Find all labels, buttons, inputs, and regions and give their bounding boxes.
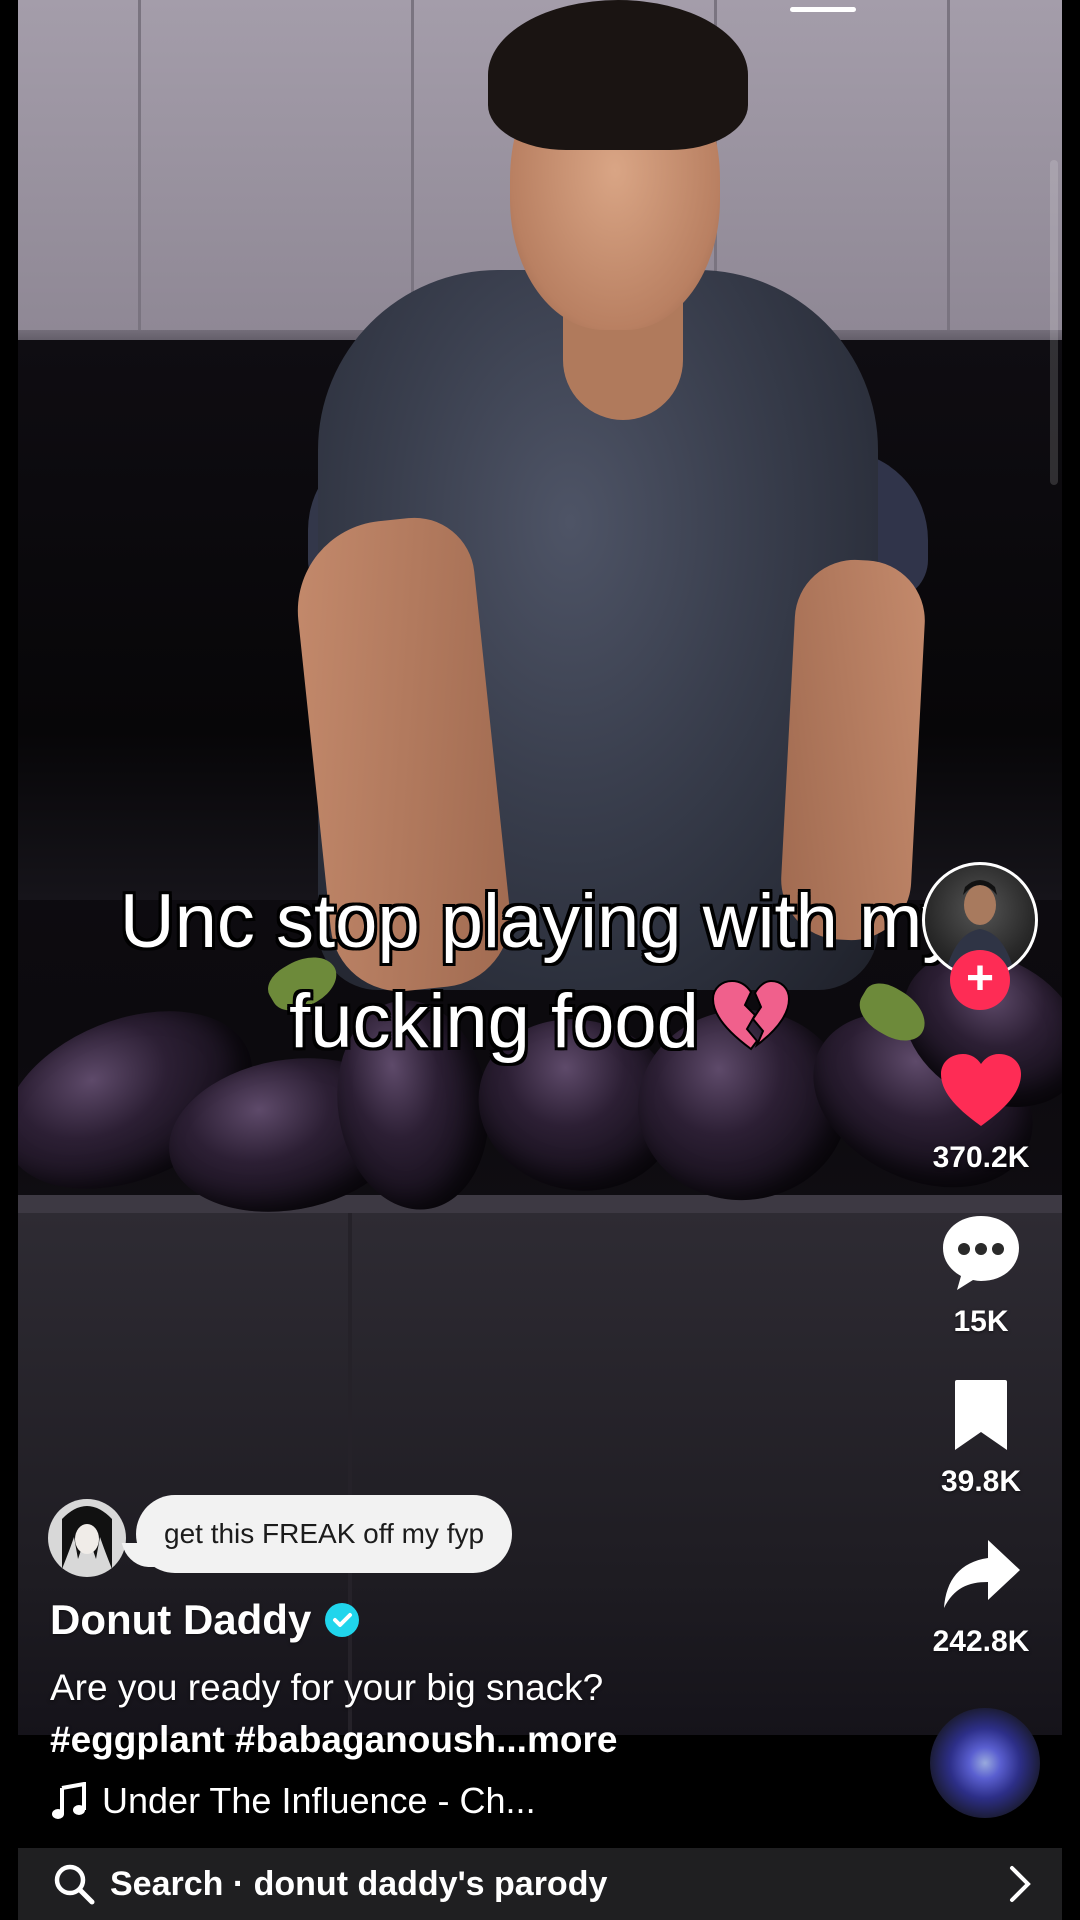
like-count: 370.2K [932,1141,1030,1174]
music-note-icon [52,1782,86,1819]
follow-plus-icon[interactable]: + [950,950,1010,1010]
creator-info[interactable]: Donut Daddy [50,1596,360,1644]
cabinet-seam [348,1213,352,1735]
share-count: 242.8K [932,1625,1030,1658]
broken-heart-emoji-icon [711,978,791,1052]
like-button[interactable]: 370.2K [906,1052,1056,1175]
page-indicator [790,7,856,12]
caption-line: Unc stop playing with my [119,879,961,964]
cabinet-door [950,0,1062,330]
comment-button[interactable]: 15K [906,1212,1056,1339]
heart-icon [941,1054,1021,1126]
search-icon [54,1864,95,1905]
bookmark-button[interactable]: 39.8K [906,1378,1056,1499]
creator-username[interactable]: Donut Daddy [50,1596,311,1644]
cabinet-door [141,0,414,330]
music-disc-icon[interactable] [930,1708,1040,1818]
post-description: Are you ready for your big snack? #eggpl… [50,1662,810,1766]
music-title: Under The Influence - Ch... [102,1780,536,1821]
share-button[interactable]: 242.8K [906,1538,1056,1659]
verified-badge-icon [325,1603,360,1637]
comment-icon [943,1216,1019,1290]
music-track[interactable]: Under The Influence - Ch... [52,1780,536,1822]
caption-line-text: fucking food [289,979,699,1064]
hashtags[interactable]: #eggplant #babaganoush [50,1719,496,1760]
counter-edge [18,1195,1062,1213]
tiktok-video-screen: Unc stop playing with my fucking food + … [0,0,1080,1920]
cabinet-door [18,0,141,330]
bookmark-icon [955,1380,1007,1450]
more-link[interactable]: ...more [496,1719,617,1760]
comment-bubble: get this FREAK off my fyp [136,1495,513,1573]
share-icon [944,1540,1020,1608]
caption-line: fucking food [40,972,1040,1072]
video-caption: Unc stop playing with my fucking food [40,872,1040,1072]
person-hair [488,0,748,150]
chevron-right-icon [1010,1866,1031,1902]
scrollbar[interactable] [1050,160,1058,485]
comment-count: 15K [953,1305,1009,1338]
description-text: Are you ready for your big snack? [50,1667,604,1708]
description-tags-row: #eggplant #babaganoush...more [50,1714,810,1766]
commenter-avatar [48,1499,126,1577]
bookmark-count: 39.8K [940,1465,1022,1498]
search-query: Search · donut daddy's parody [110,1864,608,1903]
related-search-bar[interactable]: Search · donut daddy's parody [18,1848,1062,1920]
